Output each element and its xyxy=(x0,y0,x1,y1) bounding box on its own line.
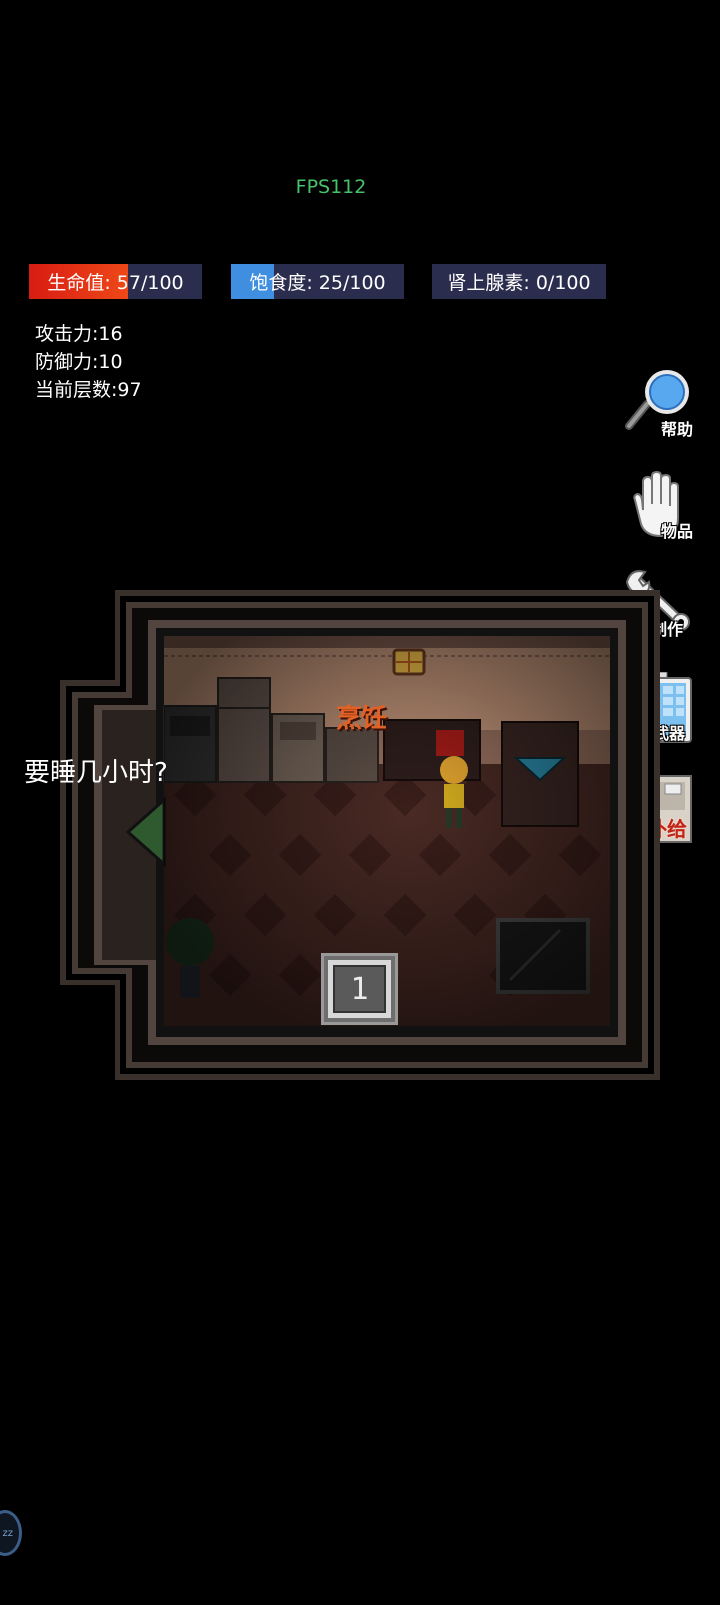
items-button[interactable]: 物品 xyxy=(625,470,695,542)
floating-assist-button[interactable]: zz xyxy=(0,1510,22,1556)
adrenaline-bar-label: 肾上腺素: 0/100 xyxy=(447,272,591,294)
help-label: 帮助 xyxy=(660,420,693,439)
fps-counter: FPS112 xyxy=(295,176,367,198)
help-button[interactable]: 帮助 xyxy=(625,368,695,440)
floor-stairs-button[interactable]: 1 xyxy=(321,953,398,1025)
satiety-bar: 饱食度: 25/100 xyxy=(231,264,404,299)
hp-bar: 生命值: 57/100 xyxy=(29,264,202,299)
attack-stat: 攻击力:16 xyxy=(35,323,123,345)
satiety-bar-label: 饱食度: 25/100 xyxy=(249,272,386,294)
sleep-icon: zz xyxy=(2,1527,14,1539)
floor-number: 1 xyxy=(333,965,386,1013)
player-stats: 攻击力:16 防御力:10 当前层数:97 xyxy=(35,320,142,404)
hp-bar-label: 生命值: 57/100 xyxy=(47,272,184,294)
adrenaline-bar: 肾上腺素: 0/100 xyxy=(432,264,606,299)
items-label: 物品 xyxy=(660,522,693,541)
sleep-prompt: 要睡几小时? xyxy=(24,758,168,788)
cook-label[interactable]: 烹饪 xyxy=(336,698,387,735)
floor-stat: 当前层数:97 xyxy=(35,379,142,401)
defense-stat: 防御力:10 xyxy=(35,351,123,373)
